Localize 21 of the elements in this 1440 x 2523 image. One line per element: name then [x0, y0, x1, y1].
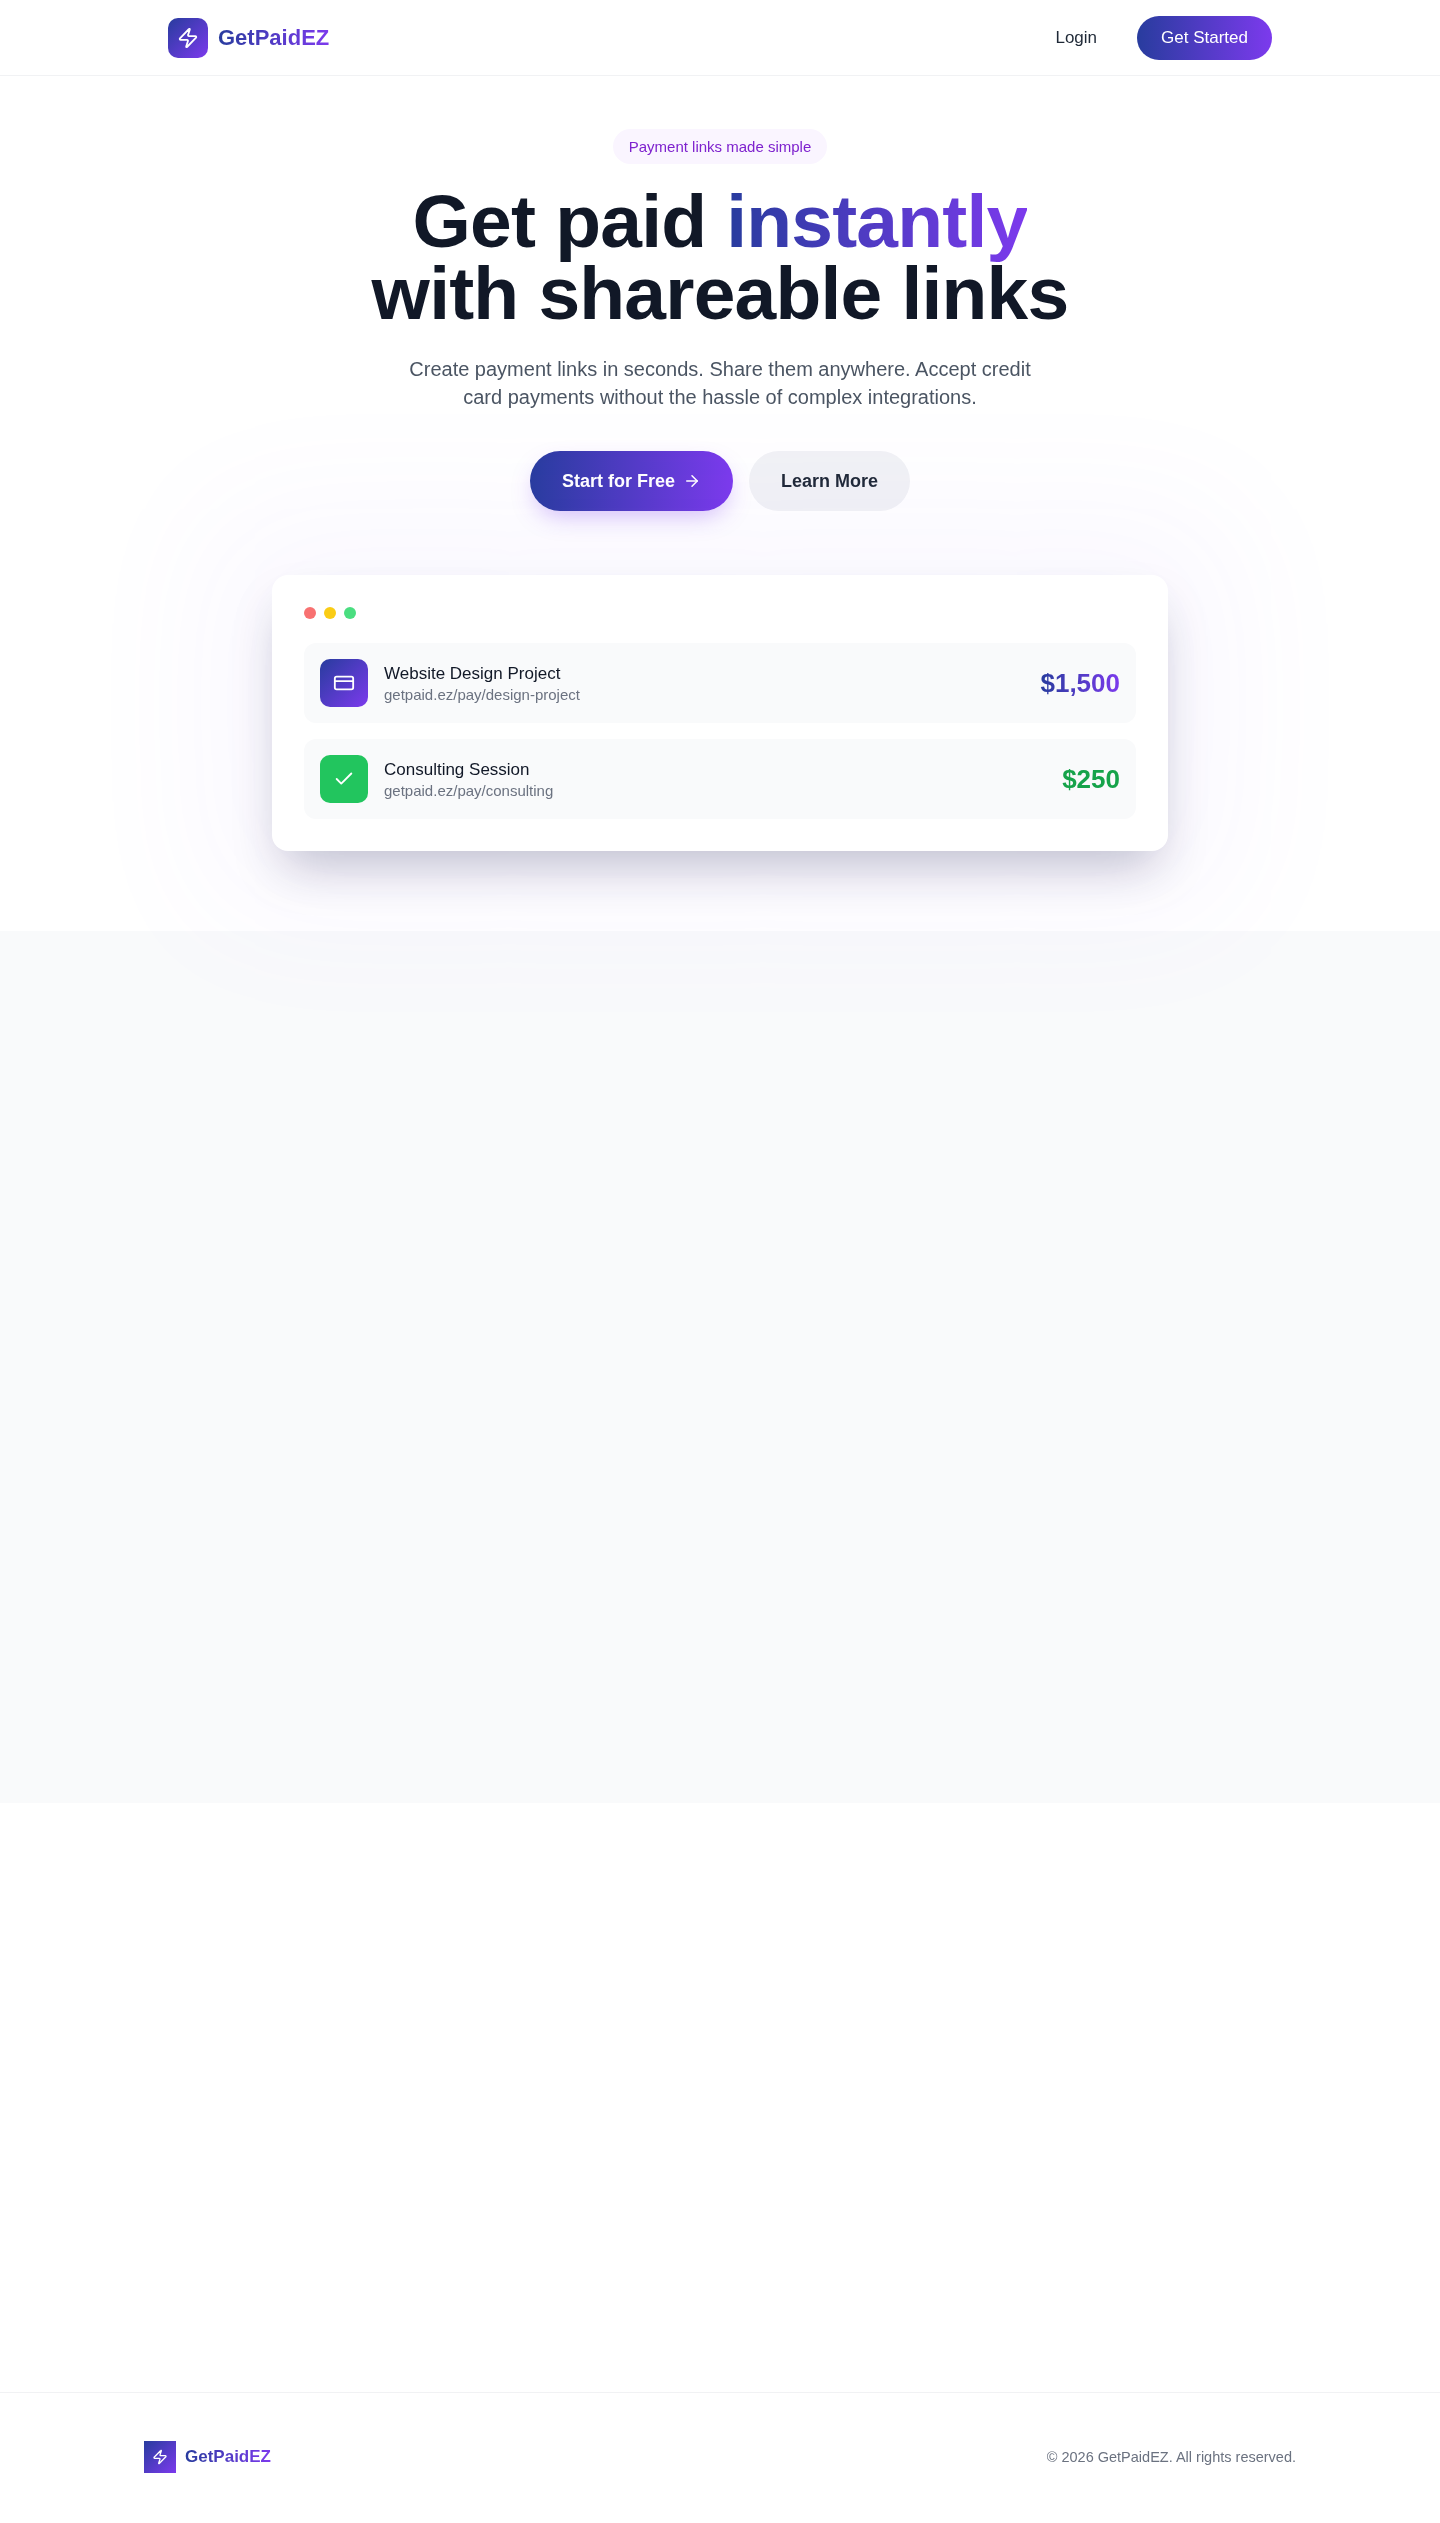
learn-more-button[interactable]: Learn More — [749, 451, 911, 511]
window-dot-icon — [304, 607, 316, 619]
hero-subtitle: Create payment links in seconds. Share them anywhere. Accept credit card payments without the hassle of complex integrations. — [408, 357, 1032, 410]
copyright-text: © 2026 GetPaidEZ. All rights reserved. — [1046, 2449, 1296, 2465]
window-dot-icon — [344, 607, 356, 619]
link-title: Website Design Project — [384, 662, 561, 684]
window-dot-icon — [324, 607, 336, 619]
get-started-button[interactable]: Get Started — [1137, 15, 1272, 60]
tagline-badge: Payment links made simple — [612, 129, 828, 164]
credit-card-icon — [320, 659, 368, 707]
link-url: getpaid.ez/pay/design-project — [384, 685, 580, 704]
lightning-logo-icon — [168, 17, 208, 58]
link-title: Consulting Session — [384, 758, 530, 780]
checkmark-icon — [320, 755, 368, 803]
start-free-button[interactable]: Start for Free — [529, 451, 733, 511]
login-link[interactable]: Login — [1039, 19, 1114, 56]
hero-title: Get paid instantly with shareable links — [371, 185, 1069, 329]
arrow-right-icon — [683, 472, 701, 490]
link-amount: $250 — [1062, 764, 1120, 794]
footer-lightning-logo-icon — [144, 2441, 176, 2473]
link-url: getpaid.ez/pay/consulting — [384, 781, 554, 800]
